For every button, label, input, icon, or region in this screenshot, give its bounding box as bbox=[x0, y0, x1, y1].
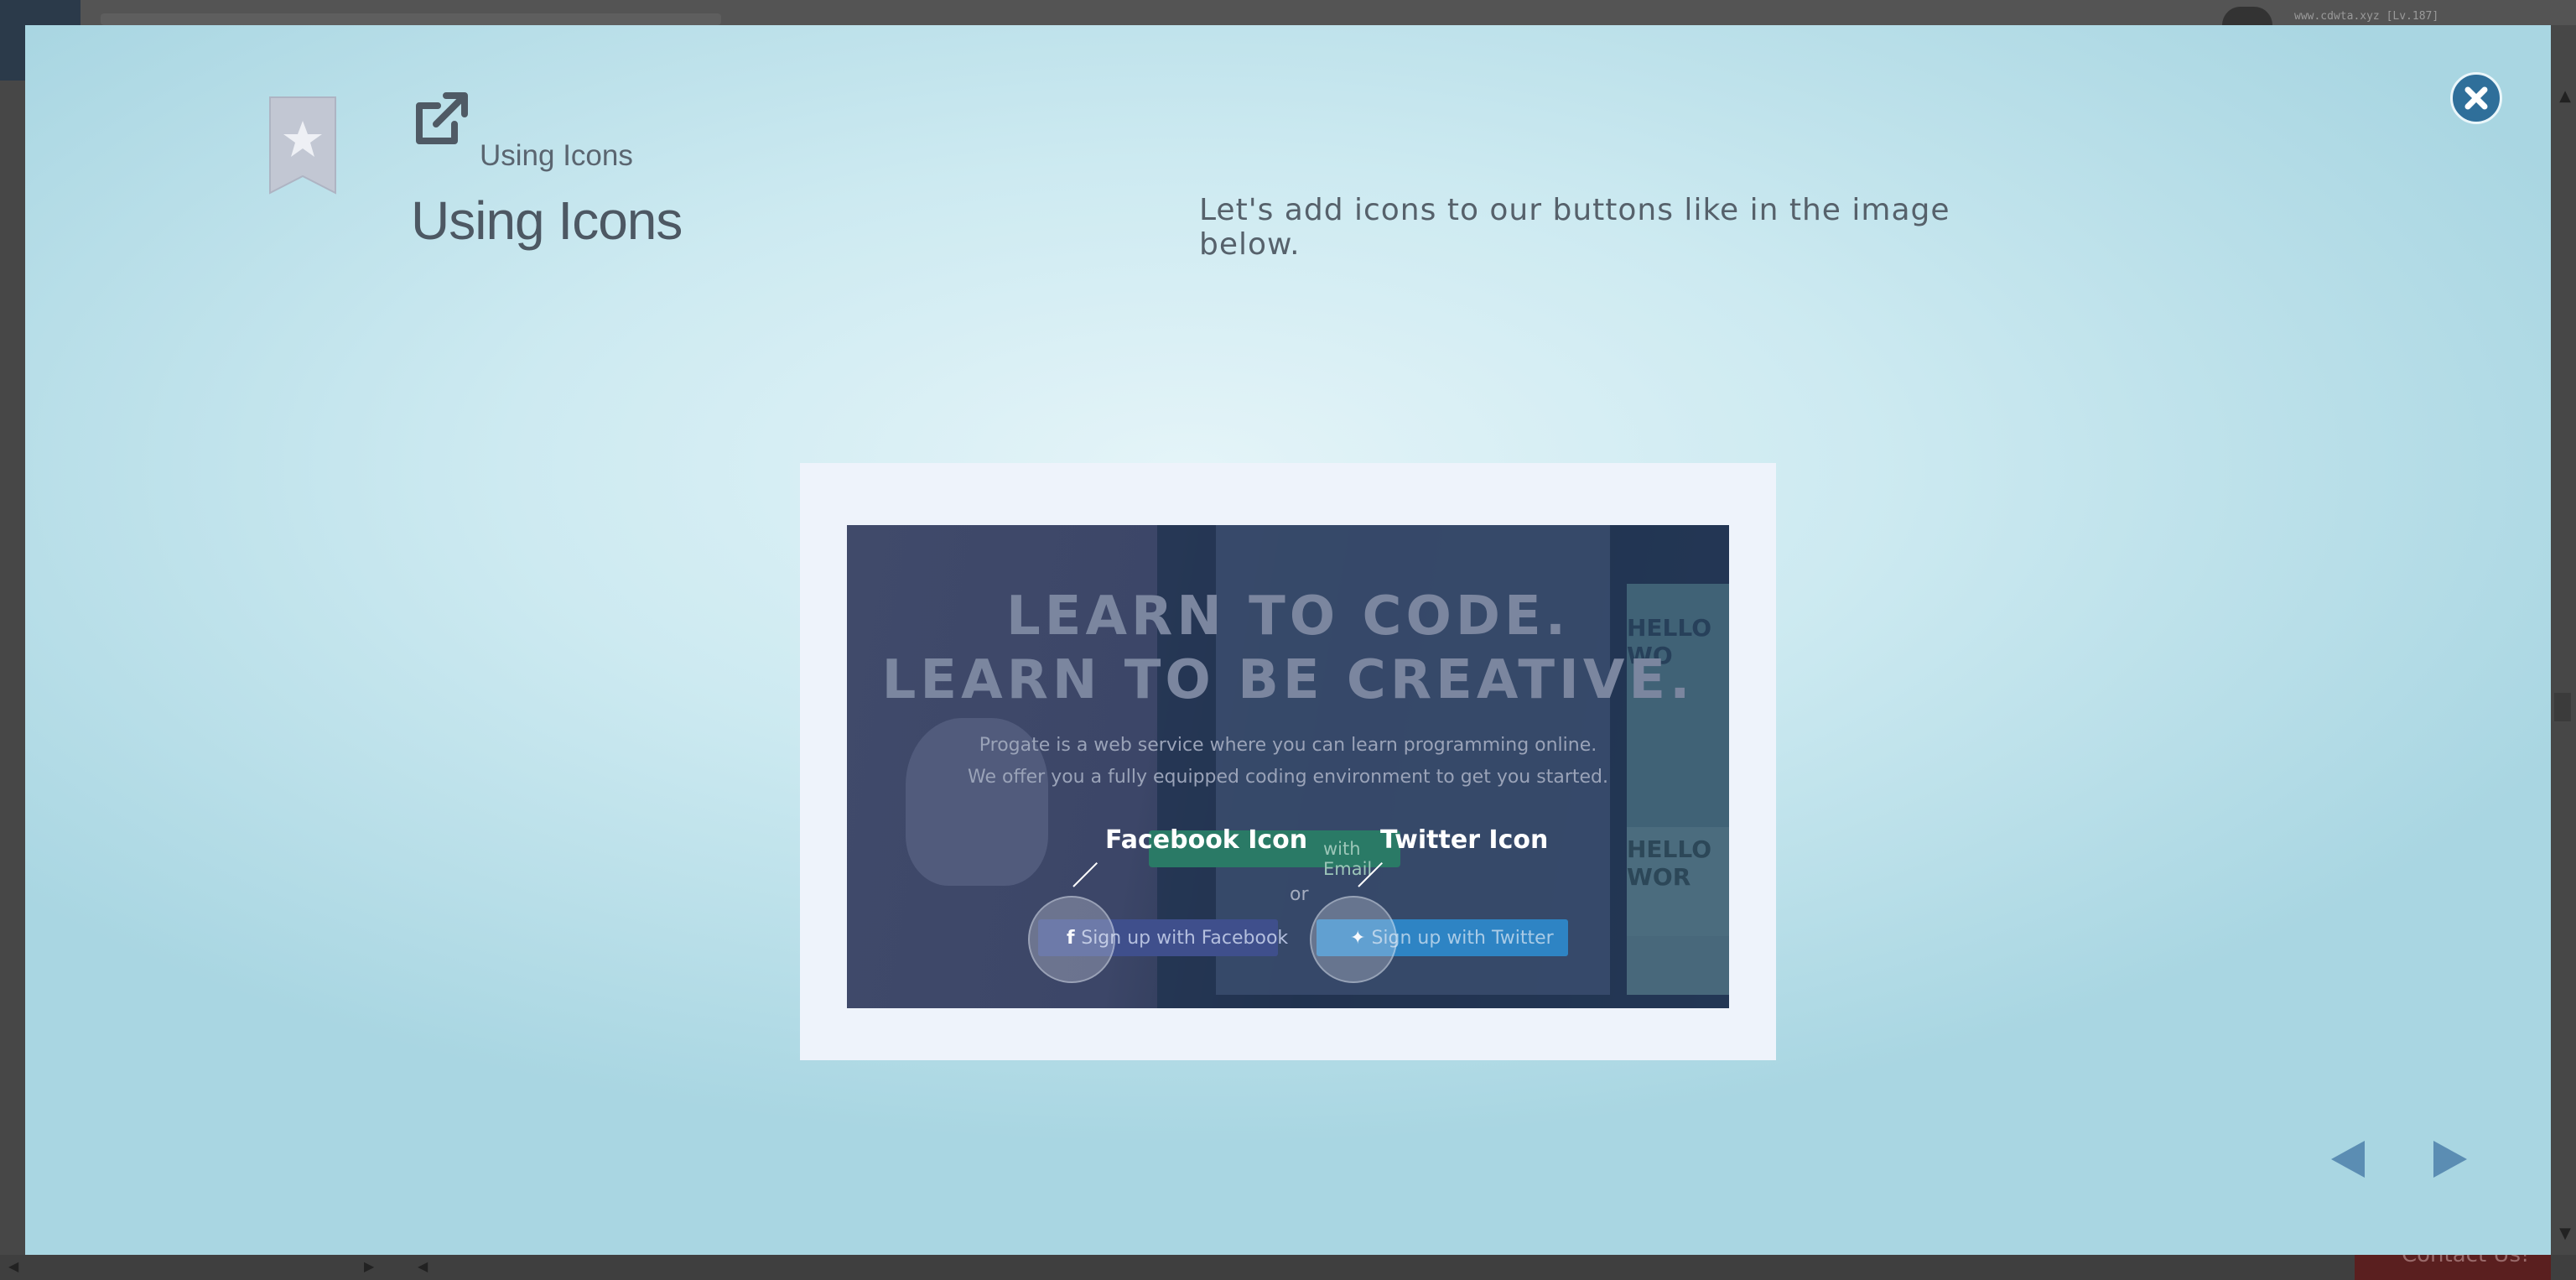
close-icon bbox=[2464, 86, 2488, 110]
background-scrollbar bbox=[2551, 25, 2576, 1255]
background-bottom-bar bbox=[0, 1255, 2576, 1280]
facebook-highlight-circle bbox=[1028, 896, 1115, 983]
facebook-pointer-line bbox=[1072, 862, 1098, 887]
slide-modal: Using Icons Using Icons Let's add icons … bbox=[25, 25, 2551, 1255]
hero-headline-1: LEARN TO CODE. bbox=[1005, 585, 1571, 648]
hero-subtext-1: Progate is a web service where you can l… bbox=[979, 735, 1597, 756]
twitter-signup-text: Sign up with Twitter bbox=[1371, 928, 1554, 949]
scroll-right-icon: ▶ bbox=[364, 1258, 375, 1274]
facebook-icon-annotation: Facebook Icon bbox=[1105, 825, 1308, 855]
scroll-down-icon: ▼ bbox=[2559, 1225, 2571, 1242]
hero-subtext-2: We offer you a fully equipped coding env… bbox=[968, 767, 1608, 788]
triangle-left-icon bbox=[2331, 1141, 2365, 1178]
scrollbar-thumb bbox=[2554, 693, 2571, 721]
hero-headline-2: LEARN TO BE CREATIVE. bbox=[881, 649, 1695, 711]
scroll-left-icon: ◀ bbox=[8, 1258, 19, 1274]
background-left-strip bbox=[0, 81, 25, 1255]
lesson-intro-text: Let's add icons to our buttons like in t… bbox=[1199, 193, 1950, 262]
user-avatar bbox=[2222, 7, 2272, 25]
scroll-left-icon-2: ◀ bbox=[418, 1258, 428, 1274]
external-link-icon bbox=[416, 92, 468, 144]
page-title: Using Icons bbox=[411, 190, 683, 251]
scroll-up-icon: ▲ bbox=[2559, 87, 2571, 105]
side-card-heading-2: HELLO WOR bbox=[1627, 835, 1712, 891]
twitter-highlight-circle bbox=[1310, 896, 1397, 983]
previous-slide-button[interactable] bbox=[2326, 1137, 2370, 1181]
next-slide-button[interactable] bbox=[2428, 1137, 2472, 1181]
bookmark-star-icon bbox=[269, 96, 336, 195]
or-divider-text: or bbox=[1290, 884, 1309, 905]
background-search-bar bbox=[101, 13, 721, 25]
close-button[interactable] bbox=[2450, 72, 2502, 124]
triangle-right-icon bbox=[2433, 1141, 2467, 1178]
lesson-image-frame: HELLO WO HELLO WOR LEARN TO CODE. LEARN … bbox=[800, 463, 1776, 1060]
user-meta-text: www.cdwta.xyz [Lv.187] bbox=[2294, 10, 2439, 23]
section-label: Using Icons bbox=[480, 139, 633, 172]
twitter-icon-annotation: Twitter Icon bbox=[1380, 825, 1549, 855]
lesson-screenshot: HELLO WO HELLO WOR LEARN TO CODE. LEARN … bbox=[847, 525, 1729, 1008]
